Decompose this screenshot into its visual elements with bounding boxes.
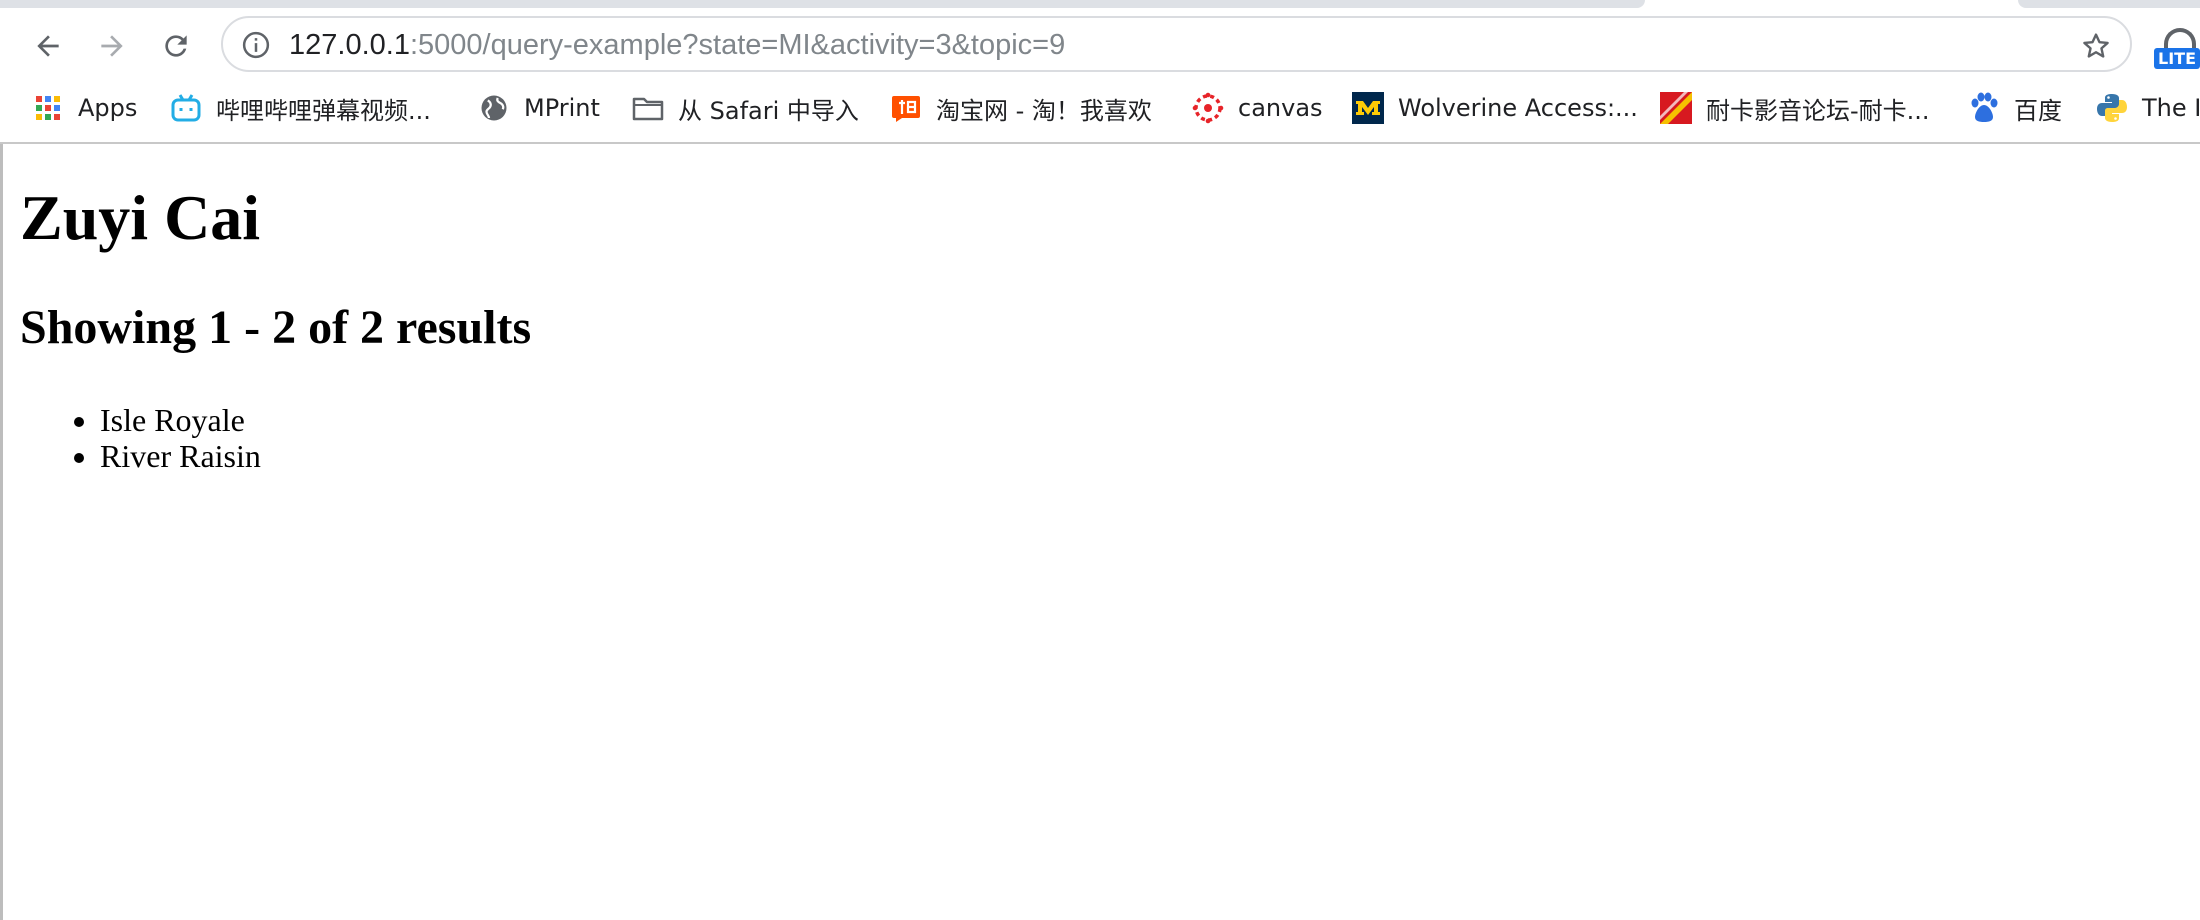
url-host: 127.0.0.1 (289, 29, 410, 61)
folder-icon (632, 92, 664, 124)
canvas-icon (1192, 92, 1224, 124)
extension-badge: LITE (2154, 48, 2200, 69)
url-text[interactable]: 127.0.0.1:5000/query-example?state=MI&ac… (289, 29, 1065, 62)
bookmark-mprint[interactable]: MPrint (478, 90, 600, 126)
reload-button[interactable] (152, 22, 200, 70)
bookmark-label: canvas (1238, 94, 1323, 122)
globe-icon (478, 92, 510, 124)
bookmark-apps[interactable]: Apps (32, 90, 137, 126)
forward-button[interactable] (88, 22, 136, 70)
bookmark-naika[interactable]: 耐卡影音论坛-耐卡... (1660, 90, 1930, 126)
page-title: Zuyi Cai (20, 182, 261, 253)
bookmark-label: Apps (78, 94, 138, 122)
taobao-icon (890, 92, 922, 124)
window-edge (0, 144, 3, 920)
tab-strip (0, 0, 1645, 8)
bookmark-taobao[interactable]: 淘宝网 - 淘！我喜欢 (890, 90, 1152, 126)
bookmark-label: 哔哩哔哩弹幕视频... (216, 96, 431, 125)
reload-icon (165, 35, 187, 57)
url-path: :5000/query-example?state=MI&activity=3&… (409, 29, 1066, 61)
umich-m-icon (1352, 92, 1384, 124)
bookmark-wolverine-access[interactable]: Wolverine Access:... (1352, 90, 1638, 126)
bookmark-label: 耐卡影音论坛-耐卡... (1706, 96, 1930, 125)
bookmark-safari-import[interactable]: 从 Safari 中导入 (632, 90, 859, 126)
bookmark-bilibili[interactable]: 哔哩哔哩弹幕视频... (170, 90, 431, 126)
bookmark-label: Wolverine Access:... (1398, 94, 1638, 122)
bookmark-label: 淘宝网 - 淘！我喜欢 (936, 96, 1152, 125)
bookmark-baidu[interactable]: 百度 (1968, 90, 2062, 126)
results-heading: Showing 1 - 2 of 2 results (20, 301, 532, 354)
bookmark-label: MPrint (524, 94, 600, 122)
list-item: Isle Royale (100, 402, 261, 438)
bookmark-canvas[interactable]: canvas (1192, 90, 1323, 126)
bilibili-icon (170, 92, 202, 124)
bookmark-star-icon[interactable] (2080, 30, 2112, 62)
arrow-left-icon (37, 35, 59, 57)
bookmark-label: 从 Safari 中导入 (678, 96, 859, 125)
bookmark-label: 百度 (2014, 96, 2062, 125)
extension-button[interactable]: LITE (2150, 24, 2200, 72)
baidu-paw-icon (1968, 92, 2000, 124)
tab-strip (2018, 0, 2200, 8)
list-item: River Raisin (100, 438, 261, 474)
naika-icon (1660, 92, 1692, 124)
bookmark-python[interactable]: The I (2096, 90, 2200, 126)
address-bar[interactable]: 127.0.0.1:5000/query-example?state=MI&ac… (221, 16, 2132, 72)
arrow-right-icon (101, 35, 123, 57)
python-icon (2096, 92, 2128, 124)
browser-chrome: 127.0.0.1:5000/query-example?state=MI&ac… (0, 0, 2200, 144)
info-icon[interactable] (241, 30, 271, 60)
apps-grid-icon (32, 92, 64, 124)
back-button[interactable] (24, 22, 72, 70)
results-list: Isle Royale River Raisin (20, 402, 261, 474)
bookmark-label: The I (2142, 94, 2200, 122)
